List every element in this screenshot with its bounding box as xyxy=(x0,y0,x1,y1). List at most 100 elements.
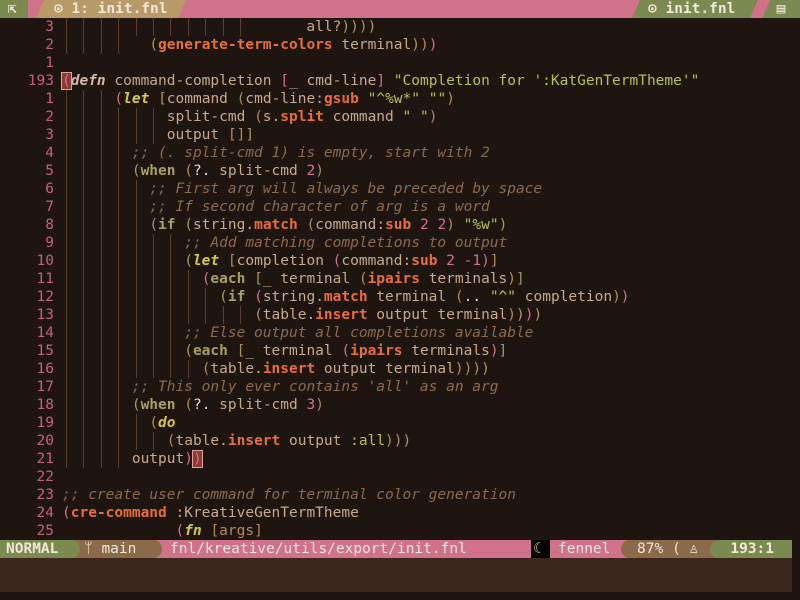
token: :KreativeGenTermTheme xyxy=(166,505,359,521)
line-number: 2 xyxy=(45,37,54,53)
editor-buffer[interactable]: 3 all?)))) 2 (generate-term-colors termin… xyxy=(0,18,800,540)
code-text: ;; If second character of arg is a word xyxy=(62,198,489,216)
token: ) xyxy=(489,343,499,359)
indent-guide xyxy=(153,360,154,378)
code-line: 2 split-cmd (s.split command " ") xyxy=(0,108,800,126)
indent-guide xyxy=(66,252,67,270)
indent-guide xyxy=(135,126,137,144)
indent-guide xyxy=(135,270,137,288)
current-file-indicator: ⊙ init.fnl xyxy=(632,0,758,18)
tab-init-fnl[interactable]: ⊙ 1: init.fnl xyxy=(36,0,186,18)
branch-name: main xyxy=(101,541,137,557)
token: insert xyxy=(315,307,368,323)
token: ( xyxy=(184,397,193,413)
token: ( xyxy=(358,271,368,287)
indent-guide xyxy=(66,234,67,252)
token: ) xyxy=(507,271,517,287)
token: ;; This only ever contains 'all' as an a… xyxy=(131,379,499,395)
percent: 87% xyxy=(637,541,664,557)
command-line[interactable] xyxy=(0,558,792,592)
line-number: 3 xyxy=(45,19,54,35)
indent-guide xyxy=(83,270,85,288)
indent-guide xyxy=(118,216,120,234)
code-line: 19 (do xyxy=(0,414,800,432)
file-icon[interactable]: ▤ xyxy=(762,0,800,18)
token: if xyxy=(227,289,246,305)
code-line: 21 output)) xyxy=(0,450,800,468)
code-line: 7 ;; If second character of arg is a wor… xyxy=(0,198,800,216)
cursor: ( xyxy=(61,72,72,90)
token: "" xyxy=(428,91,447,107)
indent-guide xyxy=(187,270,189,288)
token: string. xyxy=(192,217,255,233)
code-line: 22 xyxy=(0,468,800,486)
line-number: 18 xyxy=(36,397,54,413)
token: 2 -1 xyxy=(446,253,482,269)
penguin-icon: ♙ xyxy=(689,541,699,557)
git-branch[interactable]: ᛘ main xyxy=(70,540,162,558)
indent-guide xyxy=(83,342,85,360)
filetype: fennel xyxy=(558,541,611,557)
indent-guide xyxy=(83,306,85,324)
token: each xyxy=(210,271,246,287)
indent-guide xyxy=(83,216,85,234)
indent-guide xyxy=(118,306,120,324)
token: [] xyxy=(227,127,246,143)
tabline: ⇱ ⊙ 1: init.fnl ⊙ init.fnl ▤ xyxy=(0,0,800,18)
token: command: xyxy=(341,253,412,269)
code-line: 9 ;; Add matching completions to output xyxy=(0,234,800,252)
indent-guide xyxy=(100,180,102,198)
indent-guide xyxy=(153,288,154,306)
indent-guide xyxy=(222,306,224,324)
indent-guide xyxy=(118,360,120,378)
token: ) xyxy=(620,289,630,305)
indent-guide xyxy=(135,234,137,252)
token: ( xyxy=(114,91,124,107)
token: ] xyxy=(516,271,525,287)
line-number: 20 xyxy=(36,433,54,449)
indent-guide xyxy=(83,288,85,306)
token: ) xyxy=(481,253,490,269)
indent-guide xyxy=(118,288,120,306)
indent-guide xyxy=(100,90,102,108)
token: split-cmd xyxy=(210,163,307,179)
token: [ xyxy=(254,271,263,287)
token: "^" xyxy=(489,289,517,305)
code-text: (defn command-completion [_ cmd-line] "C… xyxy=(61,72,699,90)
file-name: init.fnl xyxy=(665,1,736,17)
line-number: 6 xyxy=(45,181,54,197)
token: match xyxy=(323,289,368,305)
collapse-arrow-icon[interactable]: ⇱ xyxy=(0,0,28,18)
token: ) xyxy=(498,217,508,233)
indent-guide xyxy=(83,108,85,126)
indent-guide xyxy=(66,18,67,36)
indent-guide xyxy=(135,288,137,306)
indent-guide xyxy=(153,270,154,288)
code-text: (fn [args] xyxy=(62,522,263,540)
indent-guide xyxy=(100,414,102,432)
circle-dot-icon: ⊙ xyxy=(54,1,63,17)
code-text: (cre-command :KreativeGenTermTheme xyxy=(62,504,359,522)
indent-guide xyxy=(100,36,102,54)
indent-guide xyxy=(222,18,224,36)
code-line: 11 (each [_ terminal (ipairs terminals)] xyxy=(0,270,800,288)
token: ( xyxy=(149,415,159,431)
line-number: 193 xyxy=(27,73,54,89)
indent-guide xyxy=(66,108,67,126)
code-text: (if (string.match terminal (.. "^" compl… xyxy=(62,288,630,306)
cursor-position: 193:1 xyxy=(710,540,792,558)
indent-guide xyxy=(83,324,85,342)
indent-guide xyxy=(153,126,154,144)
indent-guide xyxy=(135,306,137,324)
token: command xyxy=(323,109,403,125)
line-number: 5 xyxy=(45,163,54,179)
token: ) xyxy=(358,19,368,35)
token: [ xyxy=(280,73,289,89)
indent-guide xyxy=(83,432,85,450)
indent-guide xyxy=(118,396,120,414)
indent-guide xyxy=(66,342,67,360)
code-line: 25 (fn [args] xyxy=(0,522,800,540)
token: ) xyxy=(393,433,403,449)
